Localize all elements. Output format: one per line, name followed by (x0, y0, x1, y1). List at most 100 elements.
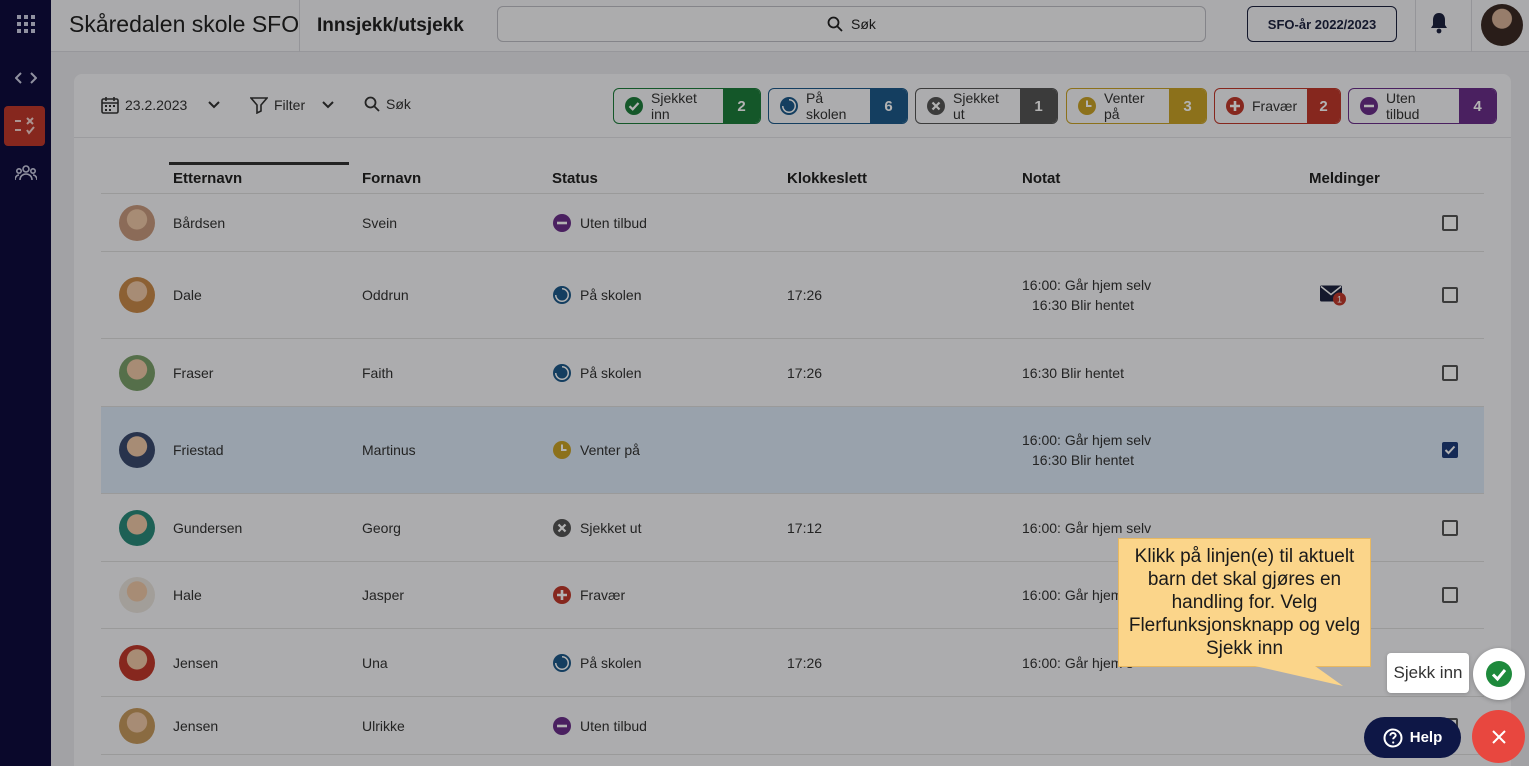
cell-status: Uten tilbud (552, 213, 647, 233)
cell-time: 17:12 (787, 519, 823, 536)
status-text: Uten tilbud (580, 214, 647, 231)
cell-last-name: Bårdsen (173, 214, 226, 231)
child-avatar (119, 509, 155, 546)
pie-icon (552, 653, 572, 673)
cell-note: 16:00: Går hjem selv 16:30 Blir hentet (1022, 275, 1151, 315)
question-circle-icon (1383, 728, 1403, 747)
close-icon (1491, 729, 1506, 744)
cell-note: 16:00: Går hjem s (1022, 585, 1133, 605)
cell-status: Fravær (552, 585, 625, 605)
global-search-input[interactable]: Søk (497, 6, 1206, 42)
chevron-down-icon (208, 101, 221, 109)
chip-count: 1 (1020, 89, 1057, 123)
note-line: 16:30 Blir hentet (1032, 452, 1134, 468)
cell-time: 17:26 (787, 654, 823, 671)
col-notat[interactable]: Notat (1022, 170, 1060, 187)
child-avatar (119, 204, 155, 241)
table-row[interactable]: Dale Oddrun På skolen 17:26 16:00: Går hjem … (101, 252, 1484, 339)
date-picker[interactable]: 23.2.2023 (101, 96, 221, 114)
page-title: Innsjekk/utsjekk (317, 15, 464, 36)
chip-label: Uten tilbud (1386, 90, 1420, 122)
search-label: Søk (851, 16, 876, 32)
list-search-button[interactable]: Søk (364, 96, 411, 112)
child-avatar (119, 354, 155, 391)
cell-status: På skolen (552, 285, 641, 305)
bell-icon[interactable] (1429, 12, 1449, 39)
x-circle-icon (552, 518, 572, 538)
status-chip-uten-tilbud[interactable]: Uten tilbud 4 (1348, 88, 1497, 124)
row-checkbox[interactable] (1442, 587, 1458, 603)
checkin-action-button[interactable] (1473, 648, 1525, 700)
minus-circle-icon (552, 716, 572, 736)
apps-grid-icon[interactable] (0, 12, 51, 36)
expand-collapse-icon[interactable] (0, 68, 51, 88)
search-icon (364, 96, 380, 112)
user-avatar[interactable] (1481, 4, 1523, 46)
sort-indicator (169, 162, 349, 165)
cell-last-name: Dale (173, 287, 202, 303)
school-name: Skåredalen skole SFO (69, 11, 300, 37)
cell-note: 16:00: Går hjem selv 16:30 Blir hentet (1022, 430, 1151, 470)
message-indicator[interactable]: 1 (1320, 285, 1346, 306)
help-button[interactable]: Help (1364, 717, 1461, 758)
note-line: 16:00: Går hjem selv (1022, 432, 1152, 448)
status-text: På skolen (580, 364, 642, 381)
table-row[interactable]: Bårdsen Svein Uten tilbud (101, 194, 1484, 252)
list-search-label: Søk (386, 96, 411, 112)
cell-first-name: Georg (362, 519, 401, 536)
fab-action-label[interactable]: Sjekk inn (1387, 653, 1469, 693)
note-line: 16:30 Blir hentet (1022, 364, 1124, 381)
status-text: Uten tilbud (580, 717, 647, 734)
child-avatar (119, 577, 155, 613)
chip-label: Sjekket inn (651, 90, 697, 122)
cell-last-name: Jensen (173, 654, 219, 671)
cell-note: 16:00: Går hjem selv (1022, 518, 1151, 538)
cell-first-name: Martinus (362, 442, 416, 458)
list-toolbar: 23.2.2023 Filter Søk Sjekket inn 2 På sko… (74, 74, 1511, 138)
row-checkbox[interactable] (1442, 519, 1458, 536)
divider (299, 0, 300, 52)
chip-label: Fravær (1252, 98, 1298, 114)
cell-status: Venter på (552, 440, 640, 460)
clock-icon (1077, 96, 1097, 116)
multifunction-close-button[interactable] (1472, 710, 1525, 763)
status-text: På skolen (580, 287, 642, 303)
col-status[interactable]: Status (552, 170, 598, 187)
col-etternavn[interactable]: Etternavn (173, 170, 242, 187)
filter-label: Filter (274, 97, 306, 113)
row-checkbox[interactable] (1442, 287, 1458, 303)
table-row[interactable]: Jensen Ulrikke Uten tilbud (101, 697, 1484, 755)
pie-icon (779, 96, 799, 116)
table-row[interactable]: Fraser Faith På skolen 17:26 16:30 Blir hent… (101, 339, 1484, 407)
child-avatar (119, 432, 155, 468)
col-fornavn[interactable]: Fornavn (362, 170, 421, 187)
checkin-module-icon[interactable] (4, 106, 45, 146)
filter-button[interactable]: Filter (250, 96, 335, 114)
pie-icon (552, 363, 572, 383)
cell-first-name: Oddrun (362, 287, 409, 303)
chip-count: 2 (723, 89, 760, 123)
row-checkbox[interactable] (1442, 442, 1458, 458)
school-year-button[interactable]: SFO-år 2022/2023 (1247, 6, 1397, 42)
people-group-icon[interactable] (0, 162, 51, 184)
cell-status: På skolen (552, 653, 641, 673)
row-checkbox[interactable] (1442, 364, 1458, 381)
chip-count: 2 (1307, 89, 1340, 123)
child-avatar (119, 707, 155, 744)
status-text: På skolen (580, 654, 642, 671)
note-line: 16:00: Går hjem selv (1022, 519, 1152, 536)
status-chip-venter-pa[interactable]: Venter på 3 (1066, 88, 1207, 124)
status-chip-pa-skolen[interactable]: På skolen 6 (768, 88, 908, 124)
col-meldinger[interactable]: Meldinger (1309, 170, 1380, 187)
table-row[interactable]: Friestad Martinus Venter på 16:00: Går hjem… (101, 407, 1484, 494)
status-chip-sjekket-ut[interactable]: Sjekket ut 1 (915, 88, 1058, 124)
status-chip-fravaer[interactable]: Fravær 2 (1214, 88, 1341, 124)
pie-icon (552, 285, 572, 305)
status-chip-sjekket-inn[interactable]: Sjekket inn 2 (613, 88, 761, 124)
row-checkbox[interactable] (1442, 214, 1458, 231)
plus-circle-icon (1225, 96, 1245, 116)
plus-circle-icon (552, 585, 572, 605)
cell-first-name: Ulrikke (362, 717, 405, 734)
col-klokkeslett[interactable]: Klokkeslett (787, 170, 867, 187)
check-circle-icon (624, 96, 644, 116)
